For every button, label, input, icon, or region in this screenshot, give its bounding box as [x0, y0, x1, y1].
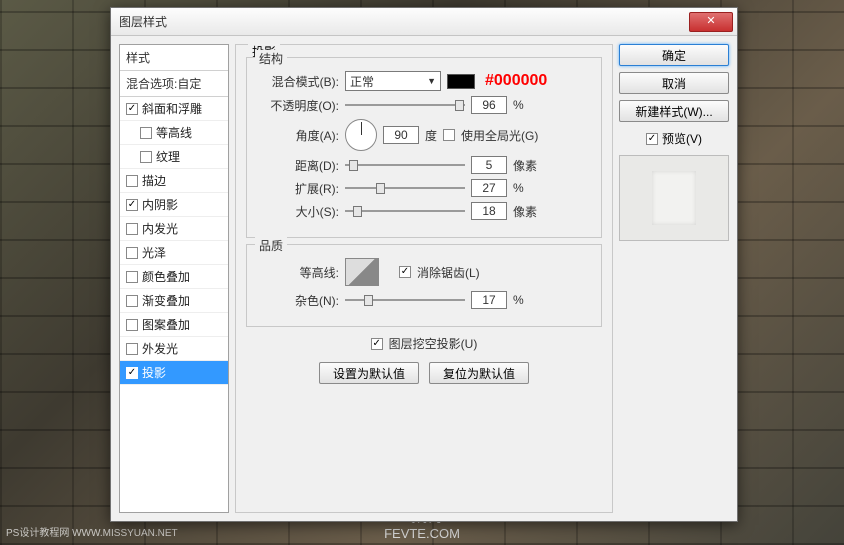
antialias-checkbox[interactable]	[399, 266, 411, 278]
preview-checkbox[interactable]	[646, 133, 658, 145]
dialog-buttons: 确定 取消 新建样式(W)... 预览(V)	[619, 44, 729, 513]
sidebar-item-label: 渐变叠加	[142, 292, 190, 309]
spread-slider[interactable]	[345, 181, 465, 195]
sidebar-item-checkbox[interactable]	[126, 319, 138, 331]
blend-mode-select[interactable]: 正常▼	[345, 71, 441, 91]
angle-unit: 度	[425, 127, 437, 144]
opacity-label: 不透明度(O):	[257, 97, 339, 114]
sidebar-item-10[interactable]: 外发光	[120, 337, 228, 361]
noise-unit: %	[513, 293, 524, 307]
distance-unit: 像素	[513, 157, 537, 174]
sidebar-item-checkbox[interactable]	[140, 127, 152, 139]
quality-legend: 品质	[255, 237, 287, 254]
sidebar-item-8[interactable]: 渐变叠加	[120, 289, 228, 313]
opacity-slider[interactable]	[345, 98, 465, 112]
dialog-title: 图层样式	[119, 13, 167, 30]
sidebar-item-checkbox[interactable]	[126, 103, 138, 115]
structure-legend: 结构	[255, 50, 287, 67]
sidebar-item-3[interactable]: 描边	[120, 169, 228, 193]
new-style-button[interactable]: 新建样式(W)...	[619, 100, 729, 122]
contour-label: 等高线:	[257, 264, 339, 281]
watermark-text: PS设计教程网 WWW.MISSYUAN.NET	[6, 524, 178, 539]
opacity-unit: %	[513, 98, 524, 112]
sidebar-item-checkbox[interactable]	[126, 247, 138, 259]
quality-fieldset: 品质 等高线: 消除锯齿(L) 杂色(N): 17 %	[246, 244, 602, 327]
spread-unit: %	[513, 181, 524, 195]
noise-label: 杂色(N):	[257, 292, 339, 309]
reset-default-button[interactable]: 复位为默认值	[429, 362, 529, 384]
knockout-label: 图层挖空投影(U)	[389, 335, 478, 352]
sidebar-item-4[interactable]: 内阴影	[120, 193, 228, 217]
sidebar-item-1[interactable]: 等高线	[120, 121, 228, 145]
sidebar-item-label: 投影	[142, 364, 166, 381]
sidebar-item-5[interactable]: 内发光	[120, 217, 228, 241]
sidebar-item-label: 外发光	[142, 340, 178, 357]
blend-mode-label: 混合模式(B):	[257, 73, 339, 90]
size-slider[interactable]	[345, 204, 465, 218]
sidebar-header-blend[interactable]: 混合选项:自定	[120, 71, 228, 97]
noise-slider[interactable]	[345, 293, 465, 307]
sidebar-item-checkbox[interactable]	[126, 367, 138, 379]
sidebar-item-label: 纹理	[156, 148, 180, 165]
sidebar-item-11[interactable]: 投影	[120, 361, 228, 385]
angle-input[interactable]: 90	[383, 126, 419, 144]
sidebar-item-checkbox[interactable]	[126, 175, 138, 187]
distance-input[interactable]: 5	[471, 156, 507, 174]
preview-swatch	[652, 171, 696, 225]
sidebar-item-label: 图案叠加	[142, 316, 190, 333]
sidebar-item-label: 斜面和浮雕	[142, 100, 202, 117]
knockout-checkbox[interactable]	[371, 338, 383, 350]
sidebar-item-checkbox[interactable]	[140, 151, 152, 163]
size-input[interactable]: 18	[471, 202, 507, 220]
sidebar-item-0[interactable]: 斜面和浮雕	[120, 97, 228, 121]
sidebar-item-checkbox[interactable]	[126, 343, 138, 355]
shadow-color-swatch[interactable]	[447, 74, 475, 89]
global-light-label: 使用全局光(G)	[461, 127, 538, 144]
antialias-label: 消除锯齿(L)	[417, 264, 480, 281]
effects-sidebar: 样式 混合选项:自定 斜面和浮雕等高线纹理描边内阴影内发光光泽颜色叠加渐变叠加图…	[119, 44, 229, 513]
sidebar-item-7[interactable]: 颜色叠加	[120, 265, 228, 289]
sidebar-item-6[interactable]: 光泽	[120, 241, 228, 265]
opacity-input[interactable]: 96	[471, 96, 507, 114]
sidebar-item-label: 等高线	[156, 124, 192, 141]
cancel-button[interactable]: 取消	[619, 72, 729, 94]
sidebar-item-checkbox[interactable]	[126, 223, 138, 235]
distance-slider[interactable]	[345, 158, 465, 172]
spread-input[interactable]: 27	[471, 179, 507, 197]
size-unit: 像素	[513, 203, 537, 220]
preview-area	[619, 155, 729, 241]
angle-label: 角度(A):	[257, 127, 339, 144]
sidebar-item-label: 内阴影	[142, 196, 178, 213]
layer-style-dialog: 图层样式 ✕ 样式 混合选项:自定 斜面和浮雕等高线纹理描边内阴影内发光光泽颜色…	[110, 7, 738, 522]
preview-label: 预览(V)	[662, 130, 702, 147]
sidebar-item-label: 内发光	[142, 220, 178, 237]
distance-label: 距离(D):	[257, 157, 339, 174]
effect-panel: 投影 结构 混合模式(B): 正常▼ #000000 不透明度(O): 96 %	[235, 44, 613, 513]
sidebar-item-checkbox[interactable]	[126, 295, 138, 307]
sidebar-item-checkbox[interactable]	[126, 199, 138, 211]
titlebar[interactable]: 图层样式 ✕	[111, 8, 737, 36]
sidebar-item-label: 光泽	[142, 244, 166, 261]
ok-button[interactable]: 确定	[619, 44, 729, 66]
sidebar-header-styles[interactable]: 样式	[120, 45, 228, 71]
set-default-button[interactable]: 设置为默认值	[319, 362, 419, 384]
sidebar-item-9[interactable]: 图案叠加	[120, 313, 228, 337]
color-hex-annotation: #000000	[485, 72, 547, 90]
noise-input[interactable]: 17	[471, 291, 507, 309]
structure-fieldset: 结构 混合模式(B): 正常▼ #000000 不透明度(O): 96 %	[246, 57, 602, 238]
size-label: 大小(S):	[257, 203, 339, 220]
angle-dial[interactable]	[345, 119, 377, 151]
chevron-down-icon: ▼	[427, 76, 436, 86]
contour-picker[interactable]	[345, 258, 379, 286]
spread-label: 扩展(R):	[257, 180, 339, 197]
sidebar-item-label: 描边	[142, 172, 166, 189]
close-button[interactable]: ✕	[689, 12, 733, 32]
global-light-checkbox[interactable]	[443, 129, 455, 141]
sidebar-item-label: 颜色叠加	[142, 268, 190, 285]
sidebar-item-checkbox[interactable]	[126, 271, 138, 283]
sidebar-item-2[interactable]: 纹理	[120, 145, 228, 169]
